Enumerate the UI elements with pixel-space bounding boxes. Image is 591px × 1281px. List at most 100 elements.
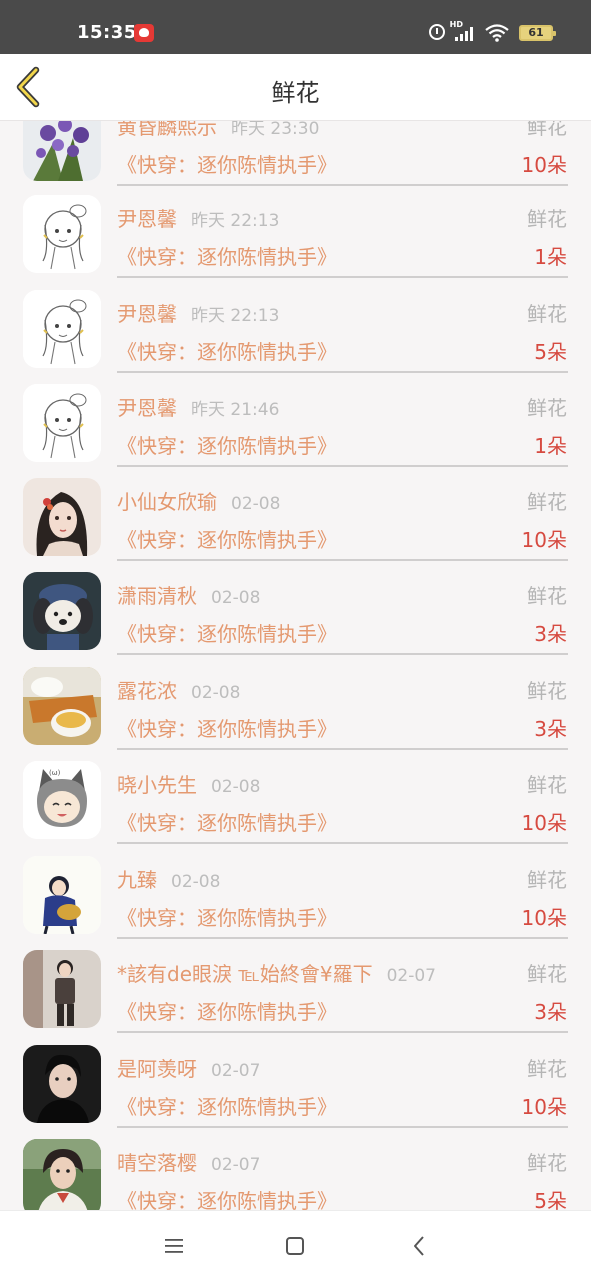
book-title-link[interactable]: 《快穿：逐你陈情执手》 — [117, 1091, 337, 1120]
avatar[interactable] — [23, 478, 101, 556]
avatar[interactable] — [23, 856, 101, 934]
book-title-link[interactable]: 《快穿：逐你陈情执手》 — [117, 241, 337, 270]
avatar[interactable] — [23, 667, 101, 745]
avatar[interactable] — [23, 290, 101, 368]
gift-date: 02-08 — [211, 777, 261, 797]
list-item[interactable]: 黄昏麟熙示 昨天 23:30 鲜花 《快穿：逐你陈情执手》 10朵 — [0, 120, 591, 198]
gift-count: 5朵 — [534, 1189, 567, 1210]
book-title-link[interactable]: 《快穿：逐你陈情执手》 — [117, 430, 337, 459]
gift-count: 10朵 — [521, 153, 567, 177]
gift-type: 鲜花 — [527, 302, 567, 326]
gift-count: 3朵 — [534, 1000, 567, 1024]
list-item[interactable]: 尹恩馨 昨天 22:13 鲜花 《快穿：逐你陈情执手》 5朵 — [0, 290, 591, 385]
avatar[interactable] — [23, 384, 101, 462]
divider — [117, 371, 568, 373]
divider — [117, 1126, 568, 1128]
divider — [117, 653, 568, 655]
gift-date: 02-08 — [231, 494, 281, 514]
home-square-icon[interactable] — [282, 1233, 308, 1259]
system-nav-bar — [0, 1210, 591, 1281]
gift-type: 鲜花 — [527, 584, 567, 608]
divider — [117, 184, 568, 186]
list-item[interactable]: 潇雨清秋 02-08 鲜花 《快穿：逐你陈情执手》 3朵 — [0, 572, 591, 667]
gift-count: 10朵 — [521, 1095, 567, 1119]
sender-name: 是阿羡呀 02-07 — [117, 1057, 261, 1081]
gift-date: 02-08 — [211, 588, 261, 608]
divider — [117, 276, 568, 278]
sender-name: 潇雨清秋 02-08 — [117, 584, 261, 608]
avatar[interactable] — [23, 195, 101, 273]
book-title-link[interactable]: 《快穿：逐你陈情执手》 — [117, 524, 337, 553]
signal-icon — [455, 27, 475, 41]
gift-type: 鲜花 — [527, 490, 567, 514]
divider — [117, 1031, 568, 1033]
gift-date: 昨天 23:30 — [231, 120, 320, 139]
gift-date: 02-07 — [386, 966, 436, 986]
book-title-link[interactable]: 《快穿：逐你陈情执手》 — [117, 336, 337, 365]
page-title: 鲜花 — [271, 79, 320, 107]
list-item[interactable]: (ω) 晓小先生 02-08 鲜花 《快穿：逐你陈情执手》 10朵 — [0, 761, 591, 856]
gift-count: 10朵 — [521, 528, 567, 552]
list-item[interactable]: 尹恩馨 昨天 21:46 鲜花 《快穿：逐你陈情执手》 1朵 — [0, 384, 591, 479]
sender-name: 尹恩馨 昨天 22:13 — [117, 207, 280, 231]
book-title-link[interactable]: 《快穿：逐你陈情执手》 — [117, 1185, 337, 1210]
sender-name: 黄昏麟熙示 昨天 23:30 — [117, 120, 320, 139]
status-time: 15:35 — [77, 22, 137, 43]
sender-name: 尹恩馨 昨天 22:13 — [117, 302, 280, 326]
gift-date: 昨天 22:13 — [191, 211, 280, 231]
avatar[interactable] — [23, 1139, 101, 1210]
gift-count: 1朵 — [534, 245, 567, 269]
battery-level: 61 — [528, 26, 544, 39]
gift-type: 鲜花 — [527, 396, 567, 420]
sender-name: 晓小先生 02-08 — [117, 773, 261, 797]
gift-type: 鲜花 — [527, 773, 567, 797]
gift-type: 鲜花 — [527, 120, 567, 139]
list-item[interactable]: 露花浓 02-08 鲜花 《快穿：逐你陈情执手》 3朵 — [0, 667, 591, 762]
gift-count: 3朵 — [534, 717, 567, 741]
divider — [117, 937, 568, 939]
wifi-icon — [485, 24, 509, 42]
menu-icon[interactable] — [161, 1233, 187, 1259]
avatar[interactable] — [23, 120, 101, 181]
app-notification-icon — [134, 24, 154, 42]
book-title-link[interactable]: 《快穿：逐你陈情执手》 — [117, 807, 337, 836]
gift-type: 鲜花 — [527, 962, 567, 986]
sender-name: 小仙女欣瑜 02-08 — [117, 490, 281, 514]
gift-count: 3朵 — [534, 622, 567, 646]
list-item[interactable]: 尹恩馨 昨天 22:13 鲜花 《快穿：逐你陈情执手》 1朵 — [0, 195, 591, 290]
battery-icon: 61 — [519, 25, 556, 41]
svg-text:(ω): (ω) — [49, 769, 61, 777]
book-title-link[interactable]: 《快穿：逐你陈情执手》 — [117, 996, 337, 1025]
alarm-icon — [429, 24, 445, 40]
avatar[interactable] — [23, 1045, 101, 1123]
book-title-link[interactable]: 《快穿：逐你陈情执手》 — [117, 902, 337, 931]
gift-count: 5朵 — [534, 340, 567, 364]
book-title-link[interactable]: 《快穿：逐你陈情执手》 — [117, 713, 337, 742]
divider — [117, 842, 568, 844]
list-item[interactable]: 小仙女欣瑜 02-08 鲜花 《快穿：逐你陈情执手》 10朵 — [0, 478, 591, 573]
avatar[interactable] — [23, 572, 101, 650]
gift-type: 鲜花 — [527, 207, 567, 231]
avatar[interactable] — [23, 950, 101, 1028]
gift-record-list[interactable]: 黄昏麟熙示 昨天 23:30 鲜花 《快穿：逐你陈情执手》 10朵 尹恩馨 昨天 2… — [0, 120, 591, 1210]
sender-name: 晴空落樱 02-07 — [117, 1151, 261, 1175]
sender-name: 尹恩馨 昨天 21:46 — [117, 396, 280, 420]
list-item[interactable]: *該有de眼淚 ℡始終會¥羅下 02-07 鲜花 《快穿：逐你陈情执手》 3朵 — [0, 950, 591, 1045]
gift-date: 02-07 — [211, 1061, 261, 1081]
list-item[interactable]: 九臻 02-08 鲜花 《快穿：逐你陈情执手》 10朵 — [0, 856, 591, 951]
gift-type: 鲜花 — [527, 1057, 567, 1081]
app-header: 鲜花 — [0, 54, 591, 121]
gift-date: 02-07 — [211, 1155, 261, 1175]
list-item[interactable]: 晴空落樱 02-07 鲜花 《快穿：逐你陈情执手》 5朵 — [0, 1139, 591, 1210]
gift-count: 10朵 — [521, 906, 567, 930]
list-item[interactable]: 是阿羡呀 02-07 鲜花 《快穿：逐你陈情执手》 10朵 — [0, 1045, 591, 1140]
gift-date: 02-08 — [171, 872, 221, 892]
avatar[interactable]: (ω) — [23, 761, 101, 839]
gift-type: 鲜花 — [527, 679, 567, 703]
gift-date: 02-08 — [191, 683, 241, 703]
book-title-link[interactable]: 《快穿：逐你陈情执手》 — [117, 149, 337, 178]
gift-type: 鲜花 — [527, 868, 567, 892]
book-title-link[interactable]: 《快穿：逐你陈情执手》 — [117, 618, 337, 647]
gift-type: 鲜花 — [527, 1151, 567, 1175]
back-triangle-icon[interactable] — [407, 1233, 433, 1259]
